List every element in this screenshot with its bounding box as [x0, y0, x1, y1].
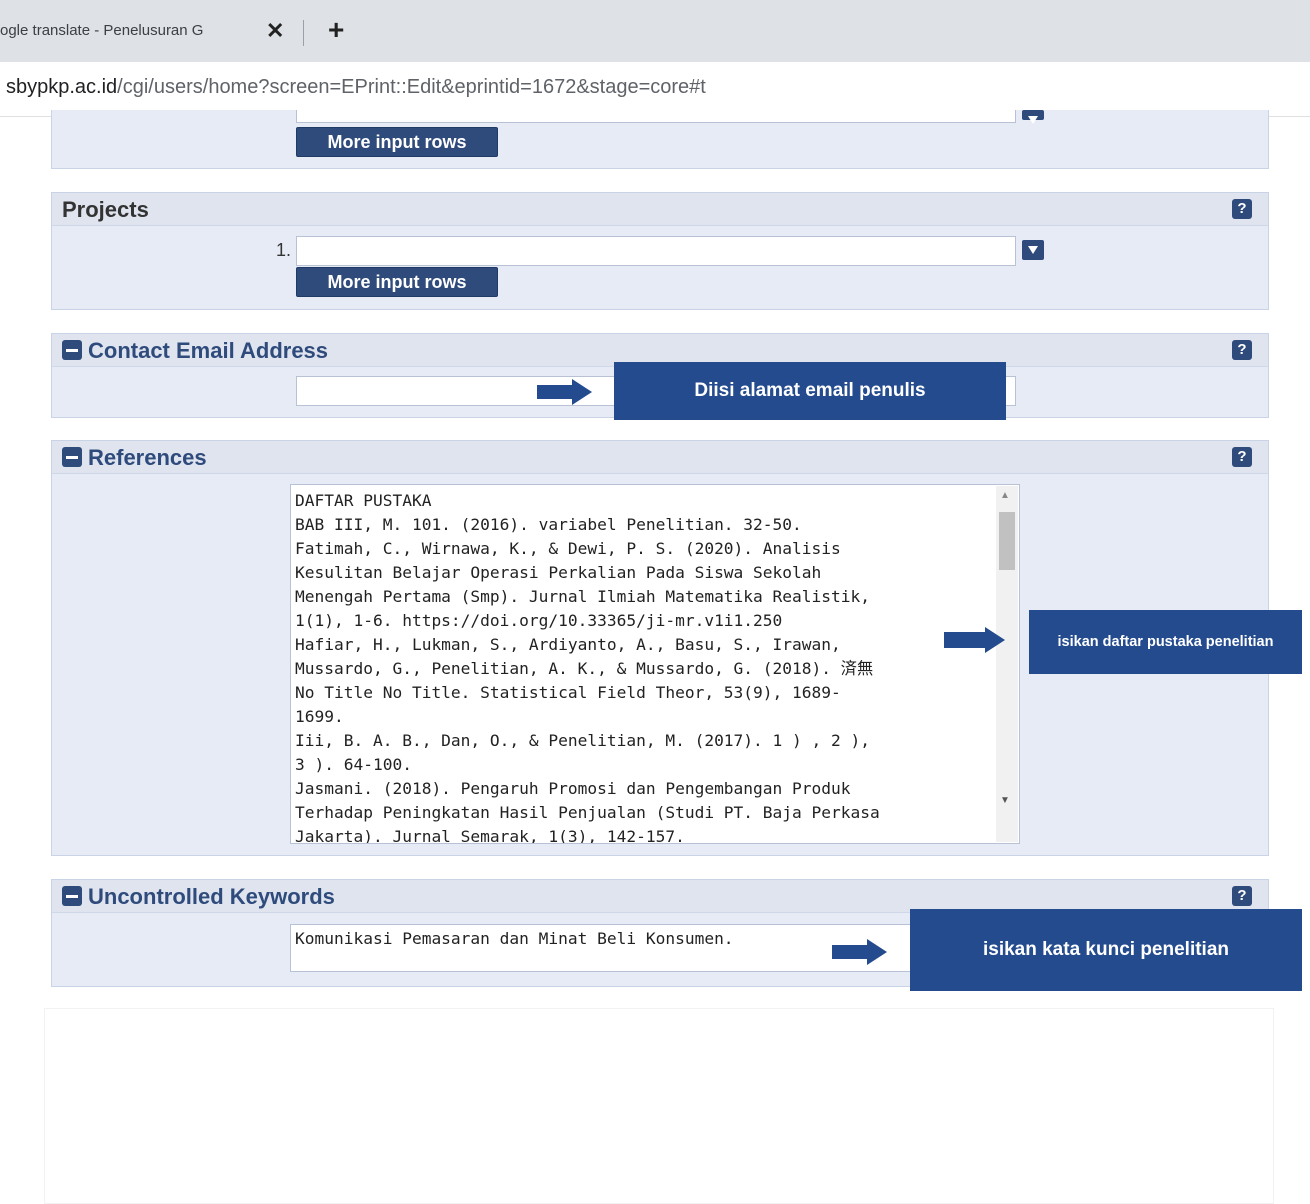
reference-line: DAFTAR PUSTAKA	[295, 491, 432, 510]
help-icon[interactable]: ?	[1232, 447, 1252, 467]
reference-line: Mussardo, G., Penelitian, A. K., & Mussa…	[295, 659, 874, 678]
reference-line: Kesulitan Belajar Operasi Perkalian Pada…	[295, 563, 822, 582]
collapse-icon[interactable]	[62, 447, 82, 467]
email-callout: Diisi alamat email penulis	[614, 362, 1006, 420]
help-icon[interactable]: ?	[1232, 199, 1252, 219]
projects-title: Projects	[62, 197, 149, 222]
reference-line: BAB III, M. 101. (2016). variabel Peneli…	[295, 515, 802, 534]
collapse-icon[interactable]	[62, 340, 82, 360]
contact-email-title[interactable]: Contact Email Address	[62, 338, 328, 364]
row-number: 1.	[276, 240, 292, 260]
new-tab-icon[interactable]: +	[328, 14, 344, 46]
projects-more-rows-button[interactable]: More input rows	[296, 267, 498, 297]
keywords-callout: isikan kata kunci penelitian	[910, 909, 1302, 991]
close-icon[interactable]: ✕	[266, 18, 284, 44]
keywords-title[interactable]: Uncontrolled Keywords	[62, 884, 335, 910]
reference-line: No Title No Title. Statistical Field The…	[295, 683, 841, 702]
tab-divider	[303, 20, 304, 46]
contact-email-label: Contact Email Address	[88, 338, 329, 363]
arrow-head-icon	[867, 939, 887, 965]
references-header: References ?	[52, 441, 1268, 474]
reference-line: 3 ). 64-100.	[295, 755, 412, 774]
previous-dropdown-icon[interactable]	[1022, 110, 1044, 124]
arrow-icon	[832, 945, 868, 959]
url-host: sbypkp.ac.id	[6, 76, 118, 98]
project-input[interactable]	[296, 236, 1016, 266]
chevron-down-icon[interactable]	[1022, 240, 1044, 260]
collapse-icon[interactable]	[62, 886, 82, 906]
scrollbar-thumb[interactable]	[999, 512, 1015, 570]
empty-panel	[44, 1008, 1274, 1204]
keywords-value: Komunikasi Pemasaran dan Minat Beli Kons…	[295, 929, 734, 948]
reference-line: Hafiar, H., Lukman, S., Ardiyanto, A., B…	[295, 635, 841, 654]
arrow-head-icon	[572, 379, 592, 405]
url-text[interactable]: sbypkp.ac.id/cgi/users/home?screen=EPrin…	[6, 76, 706, 99]
reference-line: Fatimah, C., Wirnawa, K., & Dewi, P. S. …	[295, 539, 841, 558]
help-icon[interactable]: ?	[1232, 886, 1252, 906]
arrow-icon	[537, 385, 573, 399]
scroll-up-icon[interactable]: ▲	[1000, 490, 1010, 501]
reference-line: 1(1), 1-6. https://doi.org/10.33365/ji-m…	[295, 611, 783, 630]
scroll-down-icon[interactable]: ▼	[1000, 795, 1010, 806]
help-icon[interactable]: ?	[1232, 340, 1252, 360]
arrow-icon	[944, 632, 986, 648]
arrow-head-icon	[985, 627, 1005, 653]
reference-line: Iii, B. A. B., Dan, O., & Penelitian, M.…	[295, 731, 870, 750]
keywords-label: Uncontrolled Keywords	[88, 884, 335, 909]
reference-line: Jasmani. (2018). Pengaruh Promosi dan Pe…	[295, 779, 851, 798]
url-path: /cgi/users/home?screen=EPrint::Edit&epri…	[117, 76, 706, 98]
previous-section-input[interactable]	[296, 110, 1016, 123]
more-input-rows-button[interactable]: More input rows	[296, 127, 498, 157]
references-callout: isikan daftar pustaka penelitian	[1029, 610, 1302, 674]
projects-header: Projects ?	[52, 193, 1268, 226]
reference-line: Jakarta). Jurnal Semarak, 1(3), 142-157.	[295, 827, 685, 844]
reference-line: Menengah Pertama (Smp). Jurnal Ilmiah Ma…	[295, 587, 870, 606]
references-textarea[interactable]: DAFTAR PUSTAKA BAB III, M. 101. (2016). …	[290, 484, 1020, 844]
reference-line: Terhadap Peningkatan Hasil Penjualan (St…	[295, 803, 880, 822]
references-title[interactable]: References	[62, 445, 207, 471]
references-label: References	[88, 445, 207, 470]
tab-title: ogle translate - Penelusuran G	[0, 22, 204, 39]
reference-line: 1699.	[295, 707, 344, 726]
